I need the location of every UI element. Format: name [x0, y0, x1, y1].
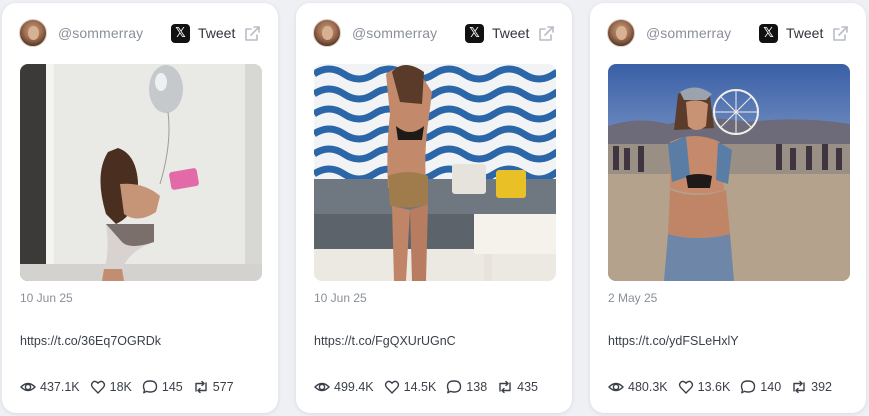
- avatar[interactable]: [607, 19, 635, 47]
- likes-stat: 14.5K: [384, 379, 437, 395]
- external-link-icon[interactable]: [537, 25, 555, 43]
- views-count: 499.4K: [334, 380, 374, 394]
- retweet-icon: [793, 380, 805, 394]
- views-count: 480.3K: [628, 380, 668, 394]
- replies-count: 145: [161, 380, 183, 394]
- tweet-link-label[interactable]: Tweet: [786, 25, 823, 41]
- avatar[interactable]: [313, 19, 341, 47]
- tweet-photo[interactable]: [608, 64, 850, 281]
- retweets-stat: 435: [497, 379, 538, 395]
- engagement-stats: 499.4K 14.5K 138 435: [314, 378, 548, 396]
- user-handle[interactable]: @sommerray: [646, 25, 731, 41]
- engagement-stats: 480.3K 13.6K 140 392: [608, 378, 842, 396]
- retweets-count: 392: [811, 380, 833, 394]
- views-stat: 437.1K: [20, 379, 80, 395]
- tweet-link-label[interactable]: Tweet: [492, 25, 529, 41]
- comment-icon: [142, 380, 158, 394]
- x-logo-icon: 𝕏: [171, 24, 190, 43]
- tweet-date: 10 Jun 25: [314, 291, 367, 305]
- tweet-link-label[interactable]: Tweet: [198, 25, 235, 41]
- likes-stat: 13.6K: [678, 379, 731, 395]
- tweet-date: 2 May 25: [608, 291, 658, 305]
- likes-count: 13.6K: [697, 380, 731, 394]
- tweet-link[interactable]: https://t.co/FgQXUrUGnC: [314, 334, 456, 348]
- heart-icon: [90, 380, 105, 394]
- retweets-count: 577: [212, 380, 234, 394]
- retweet-icon: [195, 380, 207, 394]
- replies-count: 138: [466, 380, 488, 394]
- replies-stat: 138: [446, 379, 487, 395]
- x-logo-icon: 𝕏: [465, 24, 484, 43]
- tweet-card: @sommerray 𝕏 Tweet: [590, 3, 866, 413]
- likes-count: 14.5K: [403, 380, 437, 394]
- comment-icon: [741, 380, 756, 394]
- avatar[interactable]: [19, 19, 47, 47]
- tweet-card: @sommerray 𝕏 Tweet: [296, 3, 572, 413]
- card-header: @sommerray 𝕏 Tweet: [590, 3, 866, 63]
- replies-count: 140: [760, 380, 782, 394]
- tweet-link[interactable]: https://t.co/36Eq7OGRDk: [20, 334, 161, 348]
- x-logo-icon: 𝕏: [759, 24, 778, 43]
- tweet-date: 10 Jun 25: [20, 291, 73, 305]
- eye-icon: [20, 382, 36, 392]
- heart-icon: [678, 380, 693, 394]
- tweet-card: @sommerray 𝕏 Tweet 10 Jun 25 https://t.c…: [2, 3, 278, 413]
- eye-icon: [608, 382, 624, 392]
- retweets-stat: 392: [791, 379, 832, 395]
- engagement-stats: 437.1K 18K 145 577: [20, 378, 244, 396]
- user-handle[interactable]: @sommerray: [58, 25, 143, 41]
- views-stat: 480.3K: [608, 379, 668, 395]
- views-count: 437.1K: [40, 380, 80, 394]
- external-link-icon[interactable]: [831, 25, 849, 43]
- tweet-photo[interactable]: [314, 64, 556, 281]
- card-header: @sommerray 𝕏 Tweet: [296, 3, 572, 63]
- external-link-icon[interactable]: [243, 25, 261, 43]
- likes-count: 18K: [109, 380, 132, 394]
- retweets-count: 435: [517, 380, 539, 394]
- likes-stat: 18K: [90, 379, 132, 395]
- comment-icon: [447, 380, 462, 394]
- replies-stat: 145: [142, 379, 183, 395]
- replies-stat: 140: [740, 379, 781, 395]
- user-handle[interactable]: @sommerray: [352, 25, 437, 41]
- retweets-stat: 577: [193, 379, 234, 395]
- eye-icon: [314, 382, 330, 392]
- card-header: @sommerray 𝕏 Tweet: [2, 3, 278, 63]
- views-stat: 499.4K: [314, 379, 374, 395]
- tweet-link[interactable]: https://t.co/ydFSLeHxlY: [608, 334, 739, 348]
- heart-icon: [384, 380, 399, 394]
- tweet-photo[interactable]: [20, 64, 262, 281]
- retweet-icon: [499, 380, 511, 394]
